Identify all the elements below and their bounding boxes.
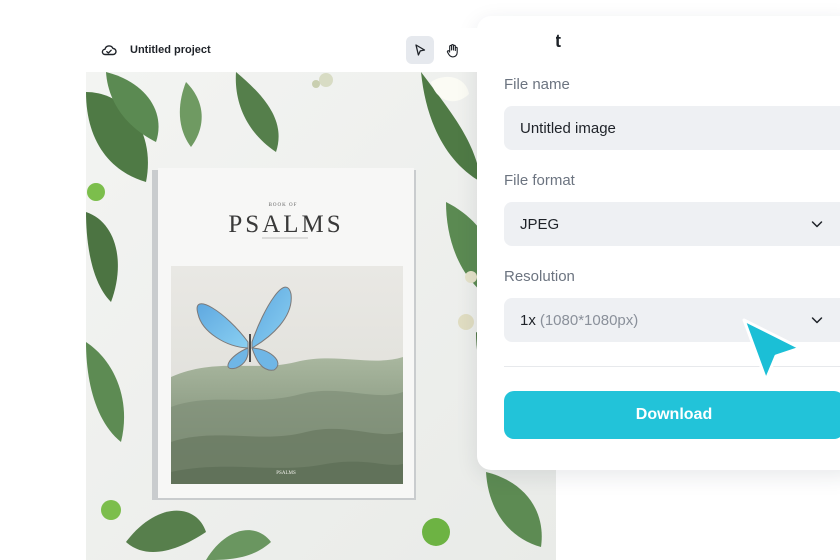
canvas-tools (406, 36, 466, 64)
export-panel: Export File name Untitled image File for… (477, 16, 840, 470)
resolution-detail: (1080*1080px) (539, 311, 639, 329)
file-format-value: JPEG (520, 215, 560, 233)
project-title[interactable]: Untitled project (130, 44, 211, 56)
download-button[interactable]: Download (504, 391, 840, 439)
file-format-label: File format (504, 172, 575, 189)
file-name-input[interactable]: Untitled image (504, 106, 840, 150)
chevron-down-icon (811, 317, 823, 324)
editor-topbar: Untitled project (86, 28, 556, 72)
file-format-select[interactable]: JPEG (504, 202, 840, 246)
file-name-value: Untitled image (520, 119, 616, 137)
chevron-down-icon (811, 221, 823, 228)
mouse-pointer-icon (742, 318, 802, 382)
cursor-arrow-icon (415, 44, 426, 56)
cloud-icon[interactable] (100, 41, 118, 59)
book-overline: BOOK OF (269, 203, 298, 208)
select-tool-button[interactable] (406, 36, 434, 64)
resolution-value: 1x (520, 311, 536, 329)
file-name-label: File name (504, 76, 570, 93)
hand-icon (446, 43, 458, 57)
book-title: PSALMS (228, 211, 343, 238)
book-mockup: BOOK OF PSALMS PSALMS (152, 168, 416, 500)
hand-tool-button[interactable] (438, 36, 466, 64)
resolution-label: Resolution (504, 268, 575, 285)
book-publisher: PSALMS (276, 471, 296, 476)
